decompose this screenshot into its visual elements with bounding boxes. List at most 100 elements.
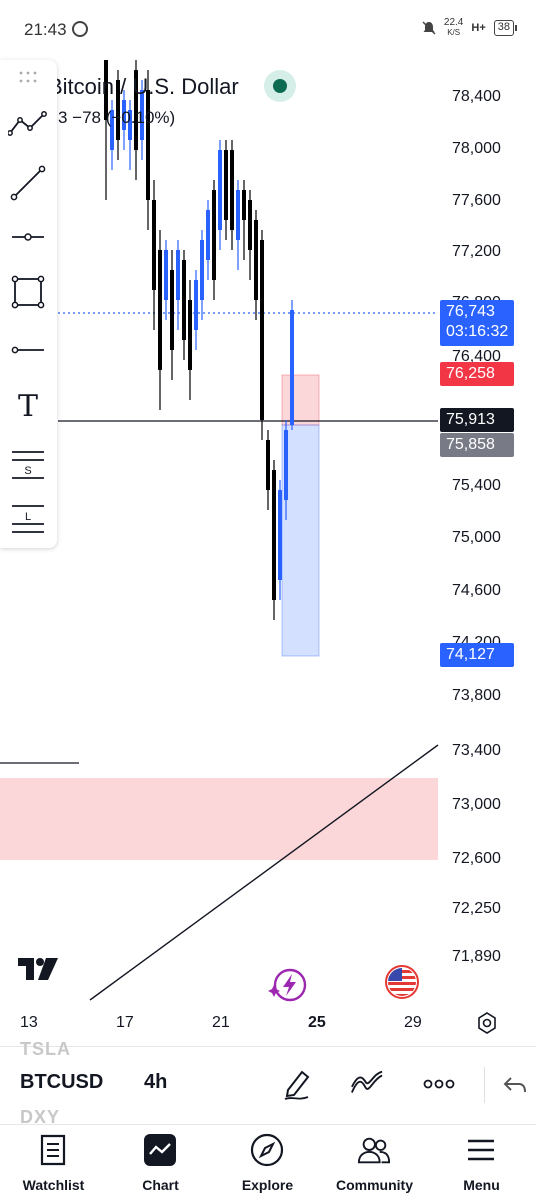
chart-icon	[143, 1133, 177, 1167]
candle-body	[236, 190, 240, 240]
symbol-button[interactable]: BTCUSD	[20, 1071, 103, 1094]
candle-body	[194, 280, 198, 330]
net-speed: 22.4 K/S	[443, 17, 464, 38]
price-axis-label: 78,000	[452, 140, 501, 157]
candle-body	[272, 470, 276, 600]
mute-bell-icon	[422, 21, 436, 35]
candle-body	[164, 250, 168, 300]
candle-body	[290, 310, 294, 425]
trend-line-icon	[10, 165, 46, 201]
more-options-button[interactable]	[422, 1067, 456, 1101]
stop-loss-zone[interactable]	[281, 374, 320, 426]
price-axis-label: 77,600	[452, 192, 501, 209]
drawing-tools-button[interactable]	[280, 1067, 314, 1101]
more-dots-icon	[423, 1079, 455, 1089]
status-time: 21:43	[24, 20, 67, 39]
price-axis-label: 72,600	[452, 850, 501, 867]
text-button[interactable]: T	[8, 386, 48, 426]
chart-title: Bitcoin / U.S. Dollar	[48, 74, 239, 99]
network-type: H+	[471, 22, 486, 34]
indicators-button[interactable]	[350, 1067, 384, 1101]
watchlist-icon	[36, 1133, 70, 1167]
candle-body	[242, 190, 246, 220]
nav-community[interactable]: Community	[321, 1125, 428, 1200]
candle-body	[218, 150, 222, 230]
drawing-toolbar: T S L	[0, 60, 57, 548]
drag-handle-icon[interactable]	[18, 70, 38, 84]
rectangle-icon	[11, 275, 45, 309]
candle-body	[278, 490, 282, 580]
market-open-dot	[273, 79, 287, 93]
nav-menu[interactable]: Menu	[428, 1125, 535, 1200]
svg-text:S: S	[24, 465, 31, 477]
tradingview-logo[interactable]	[18, 956, 64, 982]
candle-body	[260, 240, 264, 420]
menu-icon	[464, 1133, 498, 1167]
candle-body	[230, 150, 234, 230]
nav-watchlist[interactable]: Watchlist	[0, 1125, 107, 1200]
price-change: 3 −78 (−0.10%)	[58, 108, 176, 127]
candle-body	[212, 190, 216, 280]
time-axis-label: 17	[116, 1014, 134, 1031]
indicators-icon	[351, 1071, 383, 1093]
demand-zone[interactable]	[0, 778, 438, 860]
last-price-tag: 76,743 03:16:32	[440, 300, 514, 346]
interval-button[interactable]: 4h	[144, 1071, 167, 1094]
time-axis-label: 13	[20, 1014, 38, 1031]
horizontal-line-icon	[11, 346, 44, 354]
price-axis-label: 78,400	[452, 88, 501, 105]
long-position-button[interactable]: L	[8, 500, 48, 540]
candle-body	[176, 250, 180, 300]
short-position-icon: S	[12, 451, 44, 479]
nav-explore[interactable]: Explore	[214, 1125, 321, 1200]
entry-price-tag: 75,858	[440, 433, 514, 457]
stop-level-tag: 76,258	[440, 362, 514, 386]
nav-chart[interactable]: Chart	[107, 1125, 214, 1200]
market-status-button[interactable]	[264, 70, 296, 102]
horizontal-ray-button[interactable]	[8, 217, 48, 257]
candle-body	[266, 440, 270, 490]
candle-body	[158, 250, 162, 370]
candle-body	[254, 220, 258, 300]
price-axis-label: 75,000	[452, 529, 501, 546]
flash-icon[interactable]	[268, 965, 308, 1005]
candle-body	[182, 260, 186, 340]
crosshair-price-tag: 75,913	[440, 408, 514, 432]
candle-body	[146, 90, 150, 200]
undo-button[interactable]	[500, 1067, 530, 1101]
candle-body	[248, 200, 252, 250]
price-axis-label: 73,400	[452, 742, 501, 759]
time-axis-label: 29	[404, 1014, 422, 1031]
short-position-button[interactable]: S	[8, 444, 48, 484]
candle-body	[206, 210, 210, 260]
prev-symbol[interactable]: TSLA	[20, 1039, 71, 1060]
trend-tools-icon	[8, 111, 47, 136]
svg-text:L: L	[25, 511, 31, 523]
time-axis-label: 25	[308, 1014, 326, 1031]
divider	[484, 1067, 485, 1103]
horizontal-line-button[interactable]	[8, 330, 48, 370]
community-icon	[357, 1133, 391, 1167]
rectangle-button[interactable]	[8, 272, 48, 312]
pencil-icon	[284, 1070, 310, 1100]
price-axis-label: 75,400	[452, 477, 501, 494]
price-axis-label: 74,600	[452, 582, 501, 599]
bottom-nav: Watchlist Chart Explore Community Menu	[0, 1124, 536, 1200]
chart-settings-icon[interactable]	[476, 1012, 498, 1034]
candle-body	[200, 240, 204, 300]
us-flag-icon[interactable]	[384, 964, 420, 1000]
time-axis-label: 21	[212, 1014, 230, 1031]
candle-body	[224, 150, 228, 220]
battery-icon: 38	[493, 20, 518, 36]
symbol-bar: TSLA BTCUSD 4h DXY	[0, 1039, 536, 1127]
long-position-icon: L	[12, 505, 44, 533]
price-axis-label: 73,800	[452, 687, 501, 704]
undo-icon	[503, 1077, 526, 1093]
horizontal-ray-icon	[12, 233, 44, 241]
candle-body	[152, 200, 156, 290]
whatsapp-icon	[72, 21, 88, 37]
trend-tools-button[interactable]	[8, 103, 48, 143]
compass-icon	[250, 1133, 284, 1167]
text-icon: T	[17, 388, 38, 424]
trend-line-button[interactable]	[8, 163, 48, 203]
